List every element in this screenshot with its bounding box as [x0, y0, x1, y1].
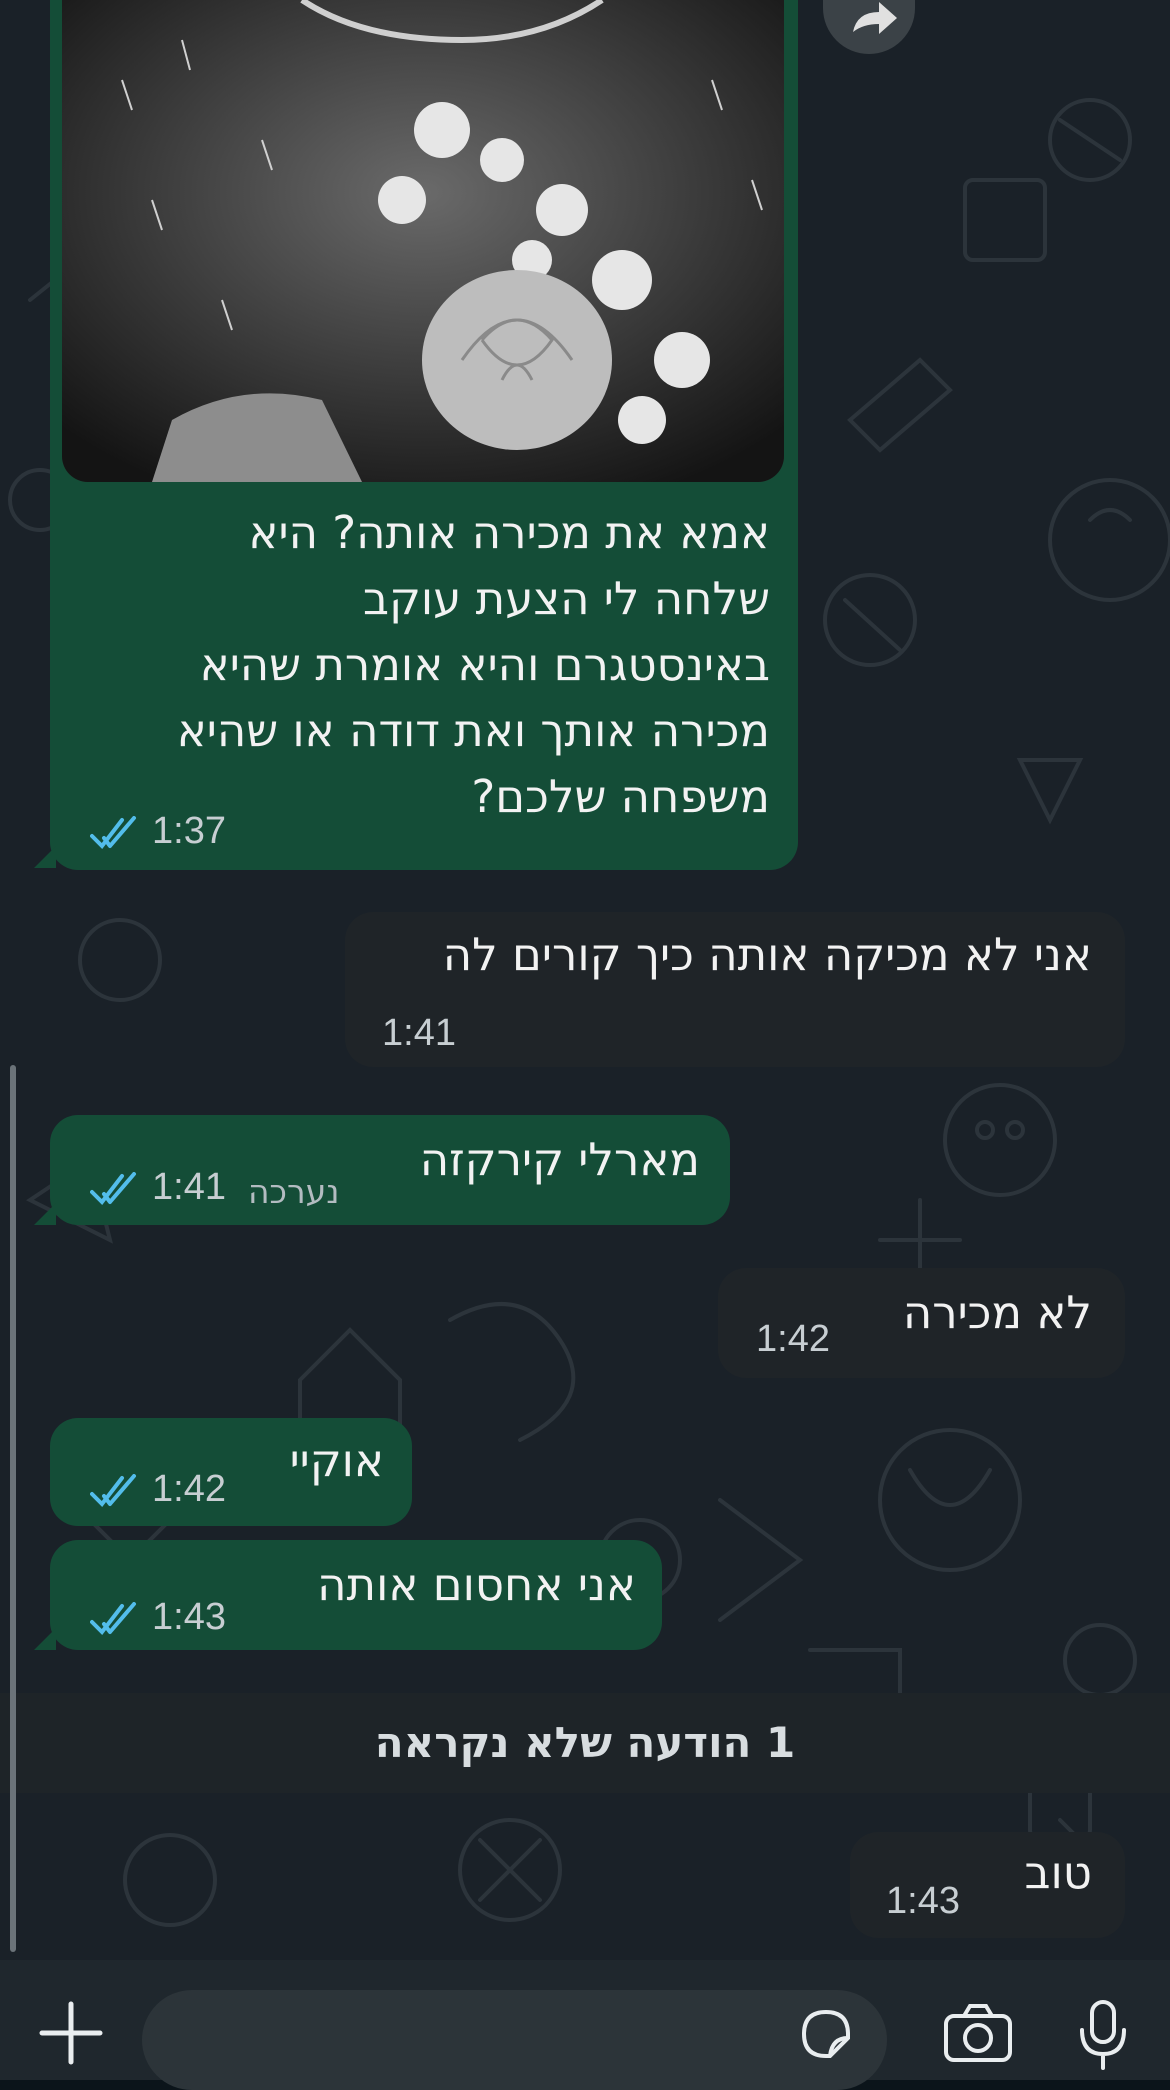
- message-text: אמא את מכירה אותה? היא שלחה לי הצעת עוקב…: [176, 506, 770, 823]
- bubble-tail: [34, 846, 56, 868]
- forward-button[interactable]: [823, 0, 915, 54]
- bubble-tail: [34, 1628, 56, 1650]
- read-ticks-icon: [90, 816, 136, 850]
- read-ticks-icon: [90, 1172, 136, 1206]
- message-time: 1:42: [756, 1318, 830, 1360]
- plus-icon[interactable]: [38, 2000, 104, 2066]
- message-text: מארלי קירקזה: [419, 1133, 700, 1186]
- forward-icon: [853, 2, 897, 34]
- message-time: 1:41: [382, 1012, 456, 1054]
- chat-background: אמא את מכירה אותה? היא שלחה לי הצעת עוקב…: [0, 0, 1170, 1960]
- message-text: אני אחסום אותה: [317, 1558, 636, 1611]
- message-time: 1:42: [152, 1468, 226, 1510]
- read-ticks-icon: [90, 1602, 136, 1636]
- flowers-photo-image: [62, 0, 784, 482]
- message-input[interactable]: [142, 1990, 887, 2090]
- microphone-icon[interactable]: [1078, 1998, 1128, 2072]
- message-time: 1:41: [152, 1166, 226, 1208]
- message-text: לא מכירה: [902, 1286, 1092, 1339]
- message-text: טוב: [1024, 1846, 1092, 1899]
- message-text: אני לא מכיקה אותה כיך קורים לה: [442, 928, 1092, 981]
- read-ticks-icon: [90, 1474, 136, 1508]
- message-time: 1:37: [152, 810, 226, 852]
- message-time: 1:43: [152, 1596, 226, 1638]
- unread-count-label: 1 הודעה שלא נקראה: [374, 1718, 796, 1767]
- sticker-icon[interactable]: [796, 2004, 856, 2064]
- unread-divider: 1 הודעה שלא נקראה: [0, 1693, 1170, 1793]
- scrollbar[interactable]: [10, 1065, 16, 1952]
- shared-photo[interactable]: [62, 0, 784, 482]
- bubble-tail: [34, 1203, 56, 1225]
- edited-label: נערכה: [248, 1172, 340, 1211]
- camera-icon[interactable]: [942, 2002, 1014, 2064]
- message-time: 1:43: [886, 1880, 960, 1922]
- message-text: אוקיי: [289, 1434, 384, 1487]
